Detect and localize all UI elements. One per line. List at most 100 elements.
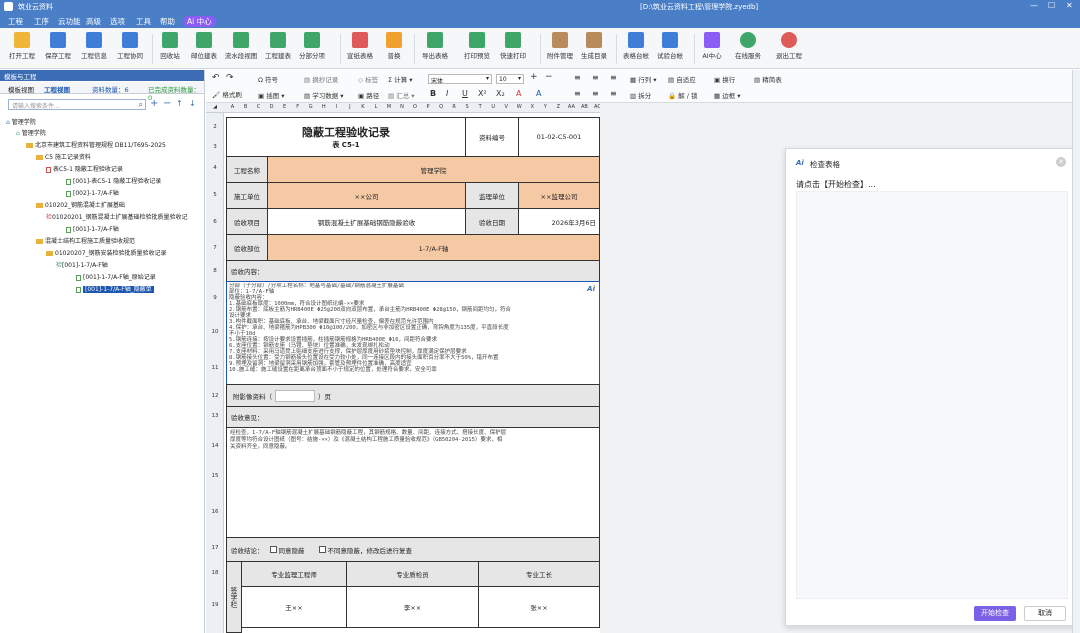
sub-item-button[interactable]: 分部分项 (296, 30, 328, 60)
column-letter[interactable]: U (487, 104, 500, 110)
doc-no-value[interactable]: 01-02-C5-001 (518, 117, 600, 157)
border-button[interactable]: ▦ 边框 ▾ (714, 90, 741, 100)
align-top-icon[interactable]: ≡ (574, 89, 581, 98)
tree-node[interactable]: 01020207_钢筋安装检验批质量验收记录 (46, 248, 167, 257)
menu-advanced[interactable]: 高级 (86, 16, 101, 27)
agree-checkbox[interactable] (269, 546, 277, 553)
font-color-icon[interactable]: A (516, 89, 521, 98)
row-number[interactable]: 16 (206, 509, 224, 515)
print-preview-button[interactable]: 打印预览 (460, 30, 494, 60)
tree-node[interactable]: ⌂ 管理学院 (16, 128, 46, 137)
auto-fit-button[interactable]: ▤ 自适应 (668, 74, 696, 84)
row-number[interactable]: 15 (206, 473, 224, 479)
column-letter[interactable]: N (395, 104, 408, 110)
column-letter[interactable]: E (278, 104, 291, 110)
menu-tools[interactable]: 工具 (136, 16, 151, 27)
search-box[interactable]: 请输入搜索条件... ⌕ (8, 99, 146, 110)
row-number[interactable]: 14 (206, 443, 224, 449)
redo-icon[interactable]: ↷ (226, 73, 234, 83)
row-number[interactable]: 10 (206, 329, 224, 335)
column-letter[interactable]: G (304, 104, 317, 110)
split-button[interactable]: ▥ 拆分 (630, 90, 651, 100)
font-select[interactable]: 宋体 ▾ (428, 74, 492, 85)
ai-assist-icon[interactable]: Ai (587, 285, 595, 293)
tree-node[interactable]: 检[001]-1-7/A-F轴 (56, 260, 108, 269)
lock-button[interactable]: 🔒 解 / 锁 (668, 90, 698, 100)
row-number[interactable]: 5 (206, 192, 224, 198)
row-number[interactable]: 8 (206, 268, 224, 274)
column-letter[interactable]: S (461, 104, 474, 110)
calc-button[interactable]: Σ 计算 ▾ (388, 74, 413, 84)
column-letter[interactable]: J (343, 104, 356, 110)
project-name-value[interactable]: 管理学院 (267, 156, 600, 183)
font-size-select[interactable]: 10 ▾ (496, 74, 524, 84)
remove-icon[interactable]: − (163, 98, 171, 109)
minimize-icon[interactable]: — (1030, 1, 1038, 10)
font-shrink-icon[interactable]: − (545, 72, 553, 82)
row-number[interactable]: 18 (206, 570, 224, 576)
row-number[interactable]: 17 (206, 545, 224, 551)
column-letter[interactable]: Q (435, 104, 448, 110)
export-table-button[interactable]: 导出表格 (418, 30, 452, 60)
close-icon[interactable]: ✕ (1056, 157, 1066, 167)
column-letter[interactable]: Z (552, 104, 565, 110)
row-number[interactable]: 2 (206, 124, 224, 130)
tree-node[interactable]: [001]-1-7/A-F轴 (66, 224, 119, 233)
align-left-icon[interactable]: ≡ (574, 73, 581, 82)
column-letter[interactable]: AB (578, 104, 591, 110)
item-value[interactable]: 钢筋混凝土扩展基础钢筋隐蔽验收 (267, 208, 466, 235)
save-project-button[interactable]: 保存工程 (42, 30, 74, 60)
project-build-table-button[interactable]: 工程建表 (262, 30, 294, 60)
tree-node[interactable]: 北京市建筑工程资料管理规程 DB11/T695-2025 (26, 140, 166, 149)
tree-node[interactable]: [001]-表C5-1 隐蔽工程验收记录 (66, 176, 161, 185)
tree-node[interactable]: [001]-1-7/A-F轴_原始记录 (76, 272, 156, 281)
underline-icon[interactable]: U (462, 89, 468, 98)
ai-center-button[interactable]: AI中心 (698, 30, 726, 60)
italic-icon[interactable]: I (446, 89, 448, 98)
tree-node[interactable]: C5 施工记录资料 (36, 152, 91, 161)
subscript-icon[interactable]: X₂ (496, 89, 505, 98)
replace-button[interactable]: 普换 (380, 30, 408, 60)
row-number[interactable]: 13 (206, 413, 224, 419)
tree-node[interactable]: 010202_钢筋混凝土扩展基础 (36, 200, 125, 209)
column-letter[interactable]: H (317, 104, 330, 110)
attachment-pages-input[interactable] (275, 389, 315, 402)
align-center-icon[interactable]: ≡ (592, 73, 599, 82)
column-letter[interactable]: C (252, 104, 265, 110)
part-build-table-button[interactable]: 邮位建表 (188, 30, 220, 60)
column-letter[interactable]: R (448, 104, 461, 110)
excerpt-button[interactable]: ▤ 摘抄记录 (304, 74, 338, 84)
tree-node[interactable]: 检01020201_钢筋混凝土扩展基础检验批质量验收记 (46, 212, 188, 221)
attachment-button[interactable]: 附件管理 (544, 30, 576, 60)
sign-name-2[interactable]: 李×× (346, 586, 479, 628)
row-number[interactable]: 19 (206, 602, 224, 608)
tree-node[interactable]: [002]-1-7/A-F轴 (66, 188, 119, 197)
superscript-icon[interactable]: X² (478, 89, 487, 98)
align-right-icon[interactable]: ≡ (610, 73, 617, 82)
font-grow-icon[interactable]: + (530, 72, 538, 82)
menu-project[interactable]: 工程 (8, 16, 23, 27)
disagree-checkbox[interactable] (318, 546, 326, 553)
test-ledger-button[interactable]: 试验台帐 (654, 30, 686, 60)
row-number[interactable]: 12 (206, 393, 224, 399)
row-col-button[interactable]: ▦ 行列 ▾ (630, 74, 657, 84)
start-check-button[interactable]: 开始检查 (974, 606, 1016, 621)
supervisor-value[interactable]: ××监理公司 (518, 182, 600, 209)
tag-button[interactable]: ◇ 标签 (358, 74, 378, 84)
column-letter[interactable]: A (226, 104, 239, 110)
bold-icon[interactable]: B (430, 89, 436, 98)
path-button[interactable]: ▣ 路径 (358, 90, 379, 100)
menu-options[interactable]: 选项 (110, 16, 125, 27)
tree-node[interactable]: 混凝土结构工程施工质量验收规范 (36, 236, 135, 245)
undo-icon[interactable]: ↶ (212, 73, 220, 83)
paper-table-button[interactable]: 宣纸表格 (344, 30, 376, 60)
project-info-button[interactable]: 工程信息 (78, 30, 110, 60)
align-bottom-icon[interactable]: ≡ (610, 89, 617, 98)
row-number[interactable]: 4 (206, 165, 224, 171)
close-icon[interactable]: ✕ (1066, 1, 1073, 10)
align-middle-icon[interactable]: ≡ (592, 89, 599, 98)
row-number[interactable]: 7 (206, 245, 224, 251)
form-title-cell[interactable]: 隐蔽工程验收记录 表 C5-1 (226, 117, 466, 157)
maximize-icon[interactable]: ☐ (1048, 1, 1055, 10)
menu-process[interactable]: 工序 (34, 16, 49, 27)
